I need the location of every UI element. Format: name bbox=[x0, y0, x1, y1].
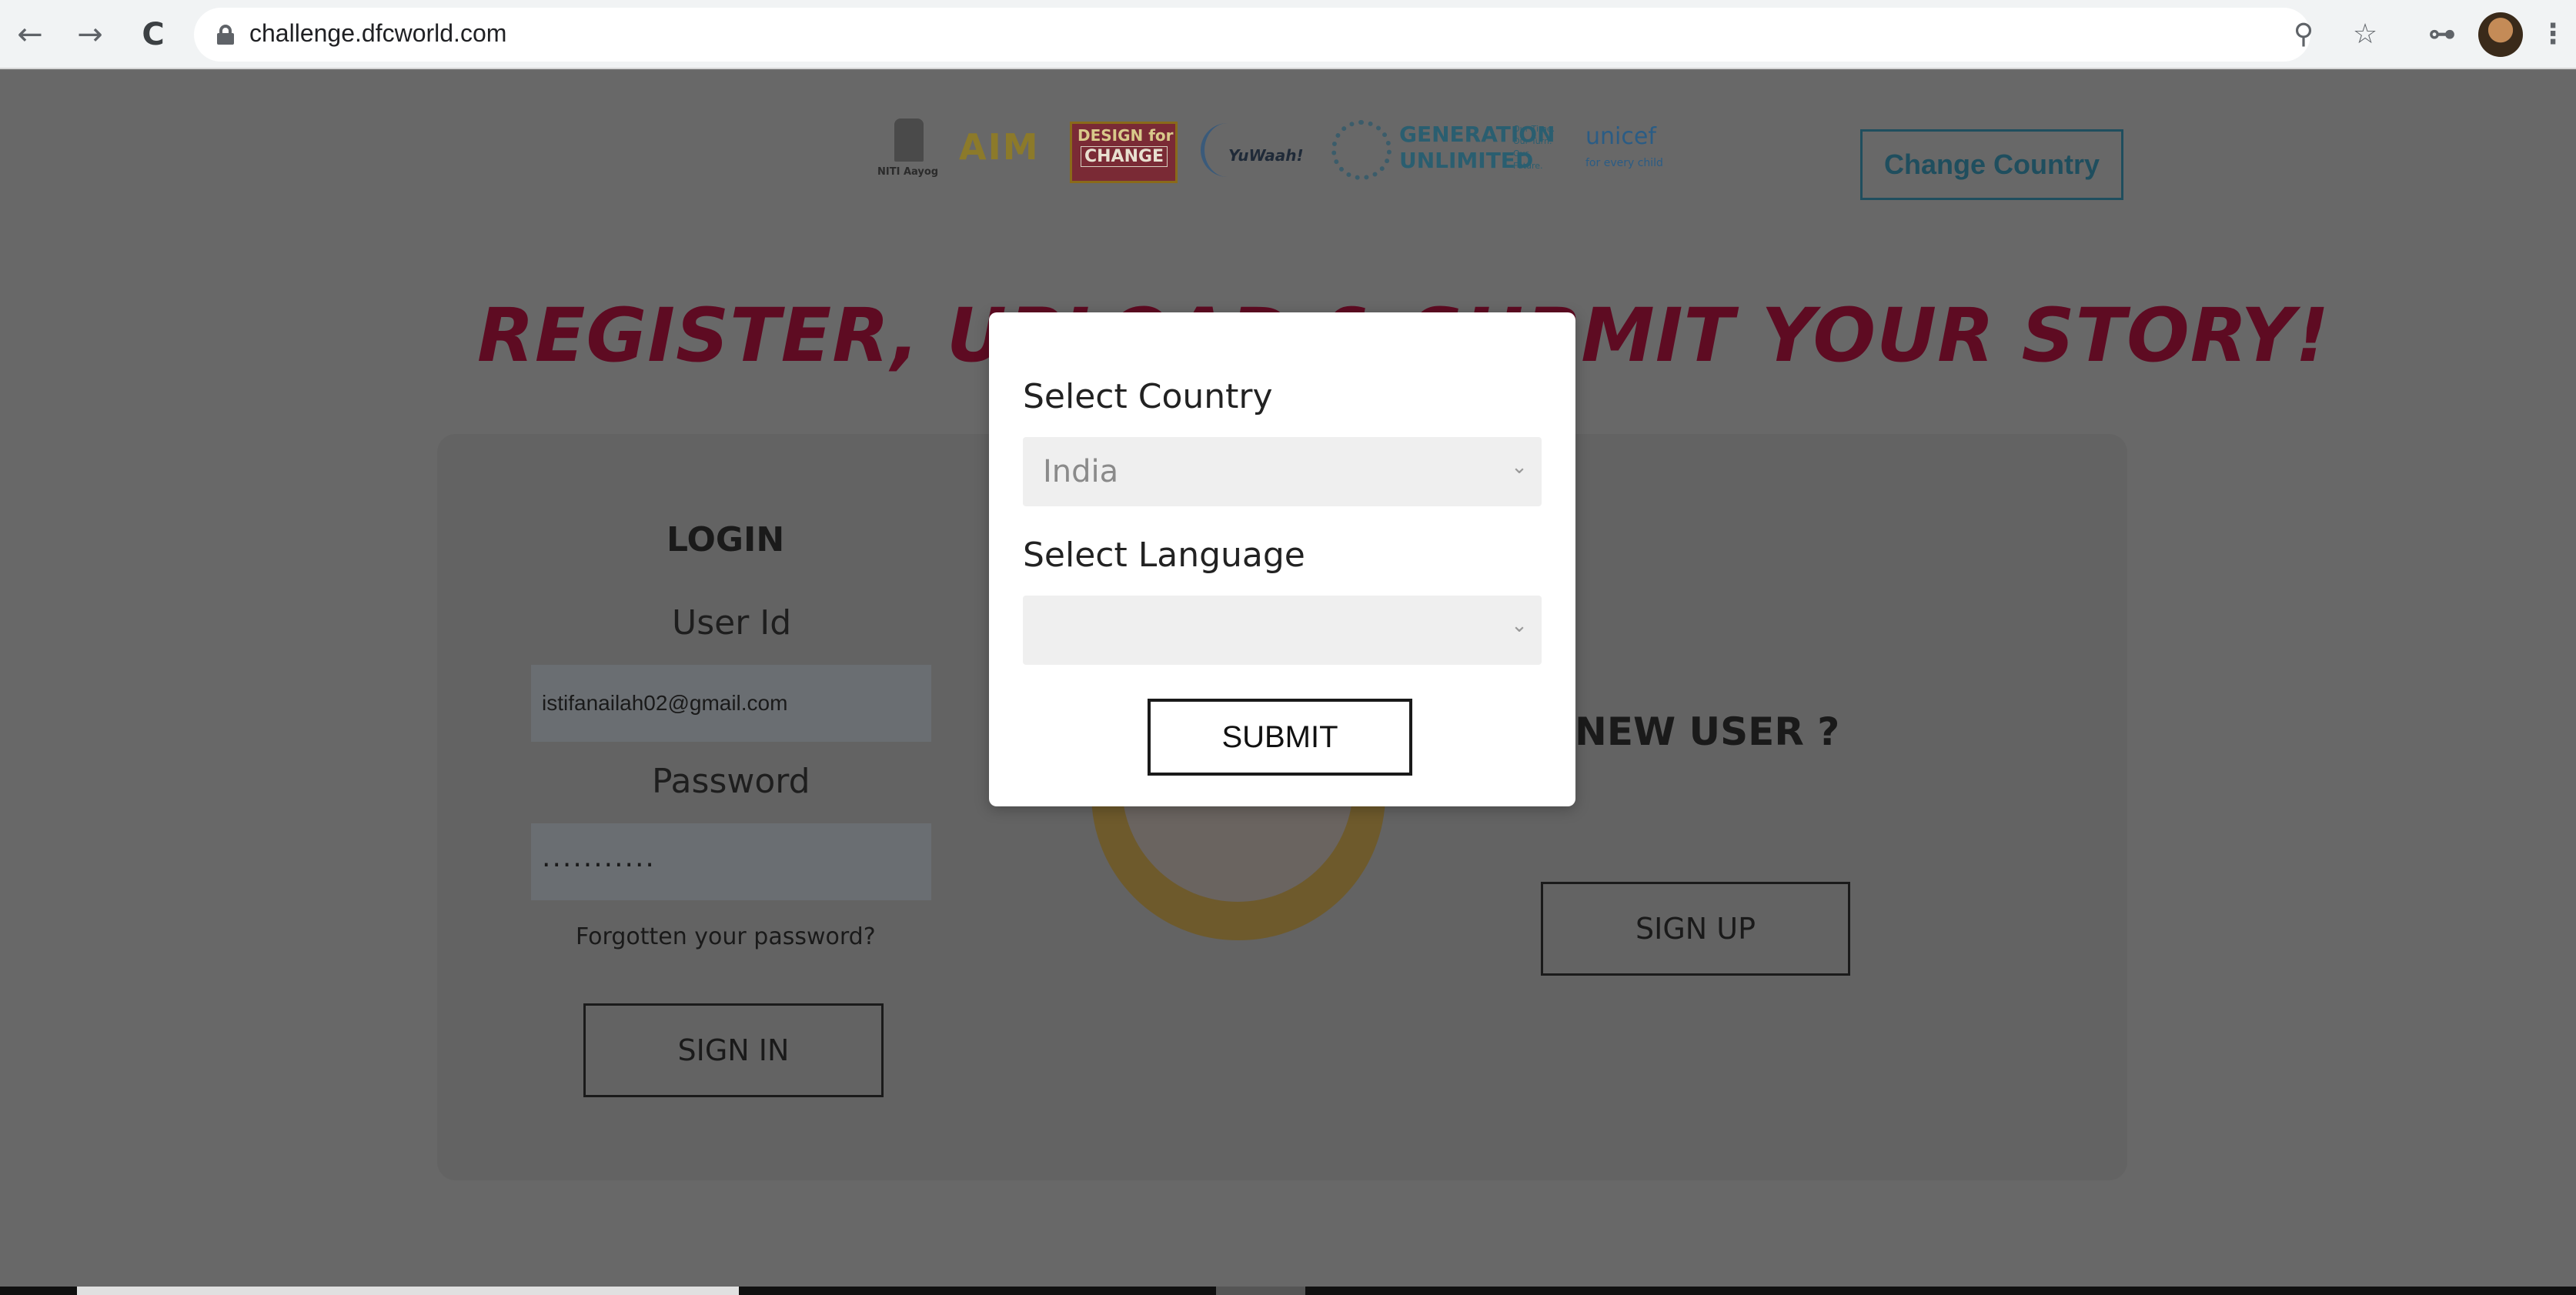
sign-in-button[interactable]: SIGN IN bbox=[583, 1003, 884, 1097]
design-for-change-logo: DESIGN for CHANGE bbox=[1070, 115, 1178, 185]
userid-label: User Id bbox=[672, 603, 792, 642]
country-select[interactable]: India ⌄ bbox=[1023, 437, 1542, 506]
country-selected-value: India bbox=[1043, 454, 1119, 489]
password-key-icon[interactable]: ⊶ bbox=[2421, 14, 2463, 55]
back-icon[interactable]: ← bbox=[9, 14, 51, 55]
taskbar-strip bbox=[0, 1287, 2576, 1295]
forgot-password-link[interactable]: Forgotten your password? bbox=[576, 923, 876, 950]
dotted-ring-icon bbox=[1331, 120, 1392, 180]
profile-avatar[interactable] bbox=[2478, 12, 2523, 57]
menu-icon[interactable]: ⋮ bbox=[2532, 14, 2574, 55]
new-user-title: NEW USER ? bbox=[1575, 709, 1840, 754]
emblem-icon bbox=[894, 118, 924, 162]
yuwaah-logo: YuWaah! bbox=[1201, 115, 1324, 185]
login-title: LOGIN bbox=[667, 520, 785, 559]
language-select[interactable]: ⌄ bbox=[1023, 596, 1542, 665]
partner-logos: NITI Aayog AIM DESIGN for CHANGE YuWaah!… bbox=[877, 115, 1701, 185]
change-country-button[interactable]: Change Country bbox=[1860, 129, 2123, 200]
browser-toolbar: ← → C challenge.dfcworld.com ⚲ ☆ ⊶ ⋮ bbox=[0, 0, 2576, 69]
lock-icon[interactable] bbox=[217, 25, 234, 45]
password-input[interactable]: ........... bbox=[531, 823, 931, 900]
url-text[interactable]: challenge.dfcworld.com bbox=[249, 19, 506, 48]
zoom-icon[interactable]: ⚲ bbox=[2283, 14, 2324, 55]
reload-icon[interactable]: C bbox=[132, 14, 174, 55]
forward-icon[interactable]: → bbox=[69, 14, 111, 55]
password-value: ........... bbox=[542, 842, 656, 873]
password-label: Password bbox=[652, 762, 810, 801]
niti-aayog-logo: NITI Aayog bbox=[877, 115, 939, 185]
bookmark-star-icon[interactable]: ☆ bbox=[2344, 14, 2386, 55]
select-language-label: Select Language bbox=[1023, 536, 1305, 575]
userid-input[interactable]: istifanailah02@gmail.com bbox=[531, 665, 931, 742]
select-country-label: Select Country bbox=[1023, 377, 1273, 416]
submit-button[interactable]: SUBMIT bbox=[1148, 699, 1412, 776]
chevron-down-icon: ⌄ bbox=[1511, 456, 1528, 479]
address-bar[interactable]: challenge.dfcworld.com bbox=[194, 8, 2310, 62]
userid-value: istifanailah02@gmail.com bbox=[542, 691, 788, 715]
sign-up-button[interactable]: SIGN UP bbox=[1541, 882, 1850, 976]
unicef-logo: unicef for every child bbox=[1585, 123, 1663, 169]
aim-logo: AIM bbox=[959, 126, 1040, 168]
select-country-modal: Select Country India ⌄ Select Language ⌄… bbox=[989, 312, 1575, 806]
chevron-down-icon: ⌄ bbox=[1511, 614, 1528, 637]
generation-unlimited-logo: GENERATION UNLIMITED Our Time. Our Turn.… bbox=[1331, 115, 1555, 185]
